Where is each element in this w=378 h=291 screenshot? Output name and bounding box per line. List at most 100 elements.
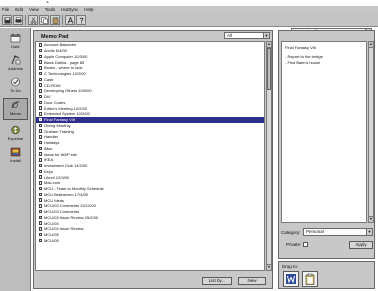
memo-item-icon [39, 158, 42, 162]
chevron-down-icon[interactable]: ▼ [263, 33, 269, 38]
memo-item-icon [39, 135, 42, 139]
memo-item-icon [39, 146, 42, 151]
print-button[interactable] [13, 15, 23, 25]
list-item-label: Keys [44, 168, 53, 174]
memo-item-icon [39, 238, 42, 243]
new-memo-button[interactable]: New [238, 277, 266, 285]
list-item-label: iMac [44, 145, 53, 151]
memo-item-icon [39, 186, 42, 191]
list-item-label: Mac.com [44, 180, 61, 186]
sidebar-item-date[interactable]: Date [3, 32, 28, 54]
private-checkbox[interactable] [303, 242, 308, 247]
sidebar-item-todo[interactable]: To Do [3, 76, 28, 98]
sidebar-item-label: Memo [9, 111, 22, 116]
drag-to-word[interactable] [283, 271, 299, 287]
sidebar-item-memo[interactable]: Memo [3, 98, 28, 120]
list-item-label: Graham Training [44, 128, 74, 134]
scroll-up-icon[interactable]: ▲ [369, 42, 373, 48]
memo-item-icon [39, 209, 42, 214]
list-item-label: Anvils 6/4/00 [44, 48, 67, 54]
list-item-label: DIV [44, 94, 51, 100]
menu-edit[interactable]: Edit [15, 6, 23, 13]
cut-button[interactable] [28, 15, 38, 25]
list-item-label: Ideas for WAP site [44, 151, 77, 157]
scroll-down-icon[interactable]: ▼ [369, 216, 373, 222]
category-filter-value: All [227, 33, 233, 38]
memo-editor-scrollbar[interactable]: ▲ ▼ [368, 41, 374, 223]
list-item-label: IKEA [44, 157, 54, 163]
app-launcher-bar: Date Address To Do Memo Expense Install [0, 28, 31, 291]
list-item-label: Books - where to look [44, 65, 83, 71]
memo-item-icon [39, 117, 42, 122]
cursor-icon [46, 1, 49, 3]
memo-item-icon [39, 100, 42, 105]
scrollbar-thumb[interactable] [267, 48, 271, 90]
sidebar-item-label: Install [10, 158, 21, 163]
menu-bar: File Edit View Tools HotSync Help [0, 6, 378, 13]
sidebar-item-install[interactable]: Install [3, 146, 28, 168]
drag-to-clipboard[interactable] [302, 271, 318, 287]
memo-body-line: - Find Balm's house [285, 60, 321, 65]
sidebar-item-address[interactable]: Address [3, 54, 28, 76]
sidebar-item-label: Address [8, 66, 23, 71]
memo-item-icon [39, 163, 42, 168]
page-title: Memo Pad [41, 33, 69, 40]
menu-tools[interactable]: Tools [45, 6, 56, 13]
list-item-label: MCU/03 Comments 22/12/00 [44, 203, 96, 209]
memo-item-icon [39, 94, 42, 99]
category-filter-dropdown[interactable]: All ▼ [224, 32, 270, 39]
paste-button[interactable] [50, 15, 60, 25]
menu-help[interactable]: Help [84, 6, 93, 13]
menu-file[interactable]: File [2, 6, 9, 13]
list-item-label: Cash [44, 76, 54, 82]
drag-to-panel: Drag to: [278, 261, 375, 289]
memo-item-icon [39, 112, 42, 116]
expense-icon [10, 124, 22, 135]
memo-item-icon [39, 71, 42, 76]
list-item-label: MCU/04 Issue Review [44, 226, 84, 232]
copy-button[interactable] [39, 15, 49, 25]
clipboard-icon [52, 16, 58, 24]
memo-list[interactable]: Account Balances Anvils 6/4/00 Apple Compu… [35, 41, 265, 271]
toolbar-divider [25, 15, 26, 25]
category-value: Personal [306, 229, 324, 234]
help-icon [79, 17, 83, 23]
memo-item-icon [39, 60, 42, 64]
list-item[interactable]: MCU/05 [36, 238, 264, 244]
list-item-label: Handler [44, 134, 59, 140]
list-by-button[interactable]: List by... [202, 277, 232, 285]
sidebar-item-expense[interactable]: Expense [3, 124, 28, 146]
memo-item-icon [39, 227, 42, 231]
memo-item-icon [39, 204, 42, 208]
list-item-label: MCU Ideas [44, 197, 65, 203]
apply-button[interactable]: Apply [349, 241, 373, 249]
help-button[interactable] [76, 15, 86, 25]
list-item-label: CD-ROM [44, 82, 61, 88]
list-item-label: Extended System 10/2/00 [44, 111, 90, 117]
drag-to-label: Drag to: [282, 264, 299, 269]
chevron-down-icon[interactable]: ▼ [366, 229, 372, 235]
list-item-label: MCU/05 [44, 232, 59, 238]
memo-editor[interactable]: Final Fantasy VIII - Report to the bridg… [281, 41, 367, 223]
font-icon [67, 16, 73, 24]
sidebar-item-label: Expense [7, 136, 24, 141]
list-item-label: Editor's Meeting 10/2/00 [44, 105, 88, 111]
list-item-label: Investment Club 14/2/00 [44, 163, 88, 169]
memo-item-icon [39, 129, 42, 133]
category-dropdown[interactable]: Personal ▼ [303, 228, 373, 236]
memo-item-icon [39, 192, 42, 197]
list-item-label: MCU/03 Issue Review 25/2/00 [44, 214, 99, 220]
memo-item-icon [39, 198, 42, 202]
list-item-label: Holidays [44, 140, 60, 146]
category-label: Category: [281, 230, 301, 235]
clipboard-icon [305, 273, 315, 285]
printer-icon [15, 16, 21, 22]
format-button[interactable] [65, 15, 75, 25]
scroll-down-icon[interactable]: ▼ [267, 264, 271, 270]
memo-detail-panel: Final Fantasy VIII - Report to the bridg… [278, 30, 375, 259]
sidebar-item-label: Date [11, 44, 20, 49]
menu-view[interactable]: View [29, 6, 39, 13]
save-button[interactable] [2, 15, 12, 25]
menu-hotsync[interactable]: HotSync [61, 6, 78, 13]
memo-list-scrollbar[interactable]: ▲ ▼ [266, 41, 272, 271]
